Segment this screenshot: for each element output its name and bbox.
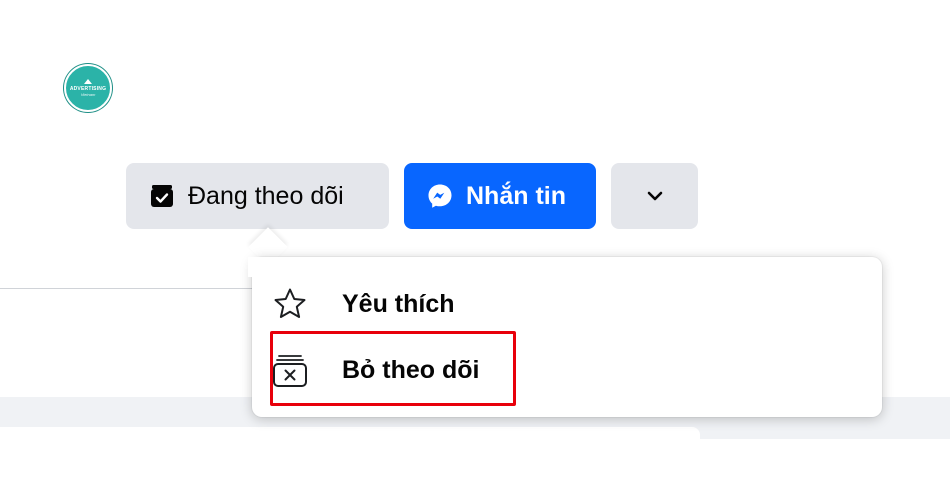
logo-mark-icon [84,79,92,84]
star-icon [270,284,310,324]
following-check-icon [148,182,176,210]
caret-join [248,257,308,277]
message-button[interactable]: Nhắn tin [404,163,596,229]
chevron-down-icon [646,190,664,202]
brand-logo: ADVERTISING Vietnam [64,64,112,112]
menu-item-favorites-label: Yêu thích [342,289,455,318]
logo-subtext: Vietnam [80,92,96,97]
following-button[interactable]: Đang theo dõi [126,163,389,229]
following-label: Đang theo dõi [188,181,344,210]
message-label: Nhắn tin [466,181,566,210]
menu-item-favorites[interactable]: Yêu thích [270,273,866,335]
annotation-highlight-box [270,331,516,406]
messenger-icon [426,182,454,210]
section-divider [0,288,258,289]
content-card [0,427,700,447]
more-options-button[interactable] [611,163,698,229]
